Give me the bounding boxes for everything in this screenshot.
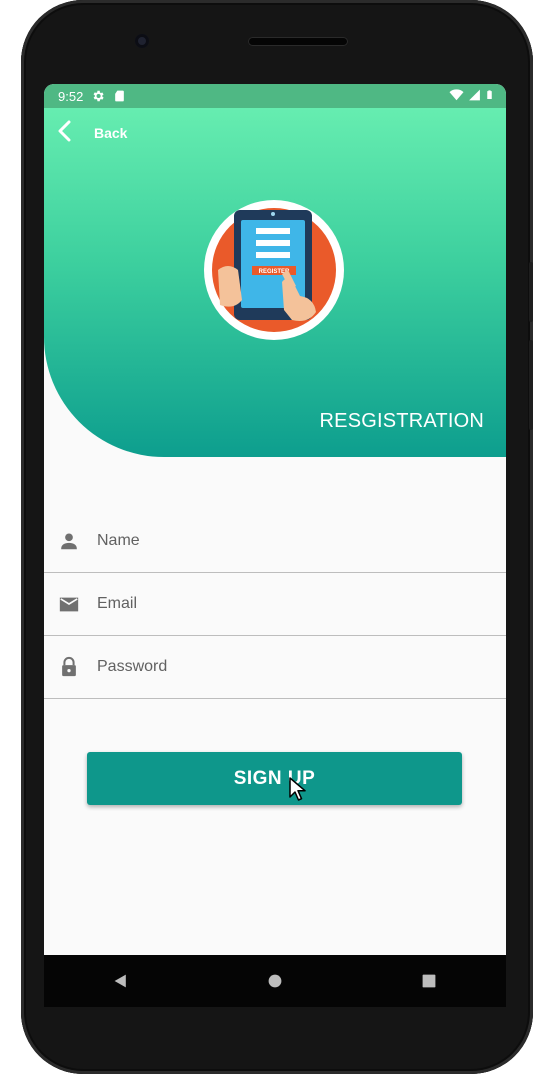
email-input[interactable] (95, 594, 479, 614)
wifi-icon (449, 88, 464, 105)
email-field[interactable] (44, 573, 506, 636)
registration-header: Back REGISTER RESGISTRATION (44, 108, 506, 457)
recents-square-icon[interactable] (419, 971, 439, 991)
back-triangle-icon[interactable] (111, 971, 131, 991)
password-input[interactable] (95, 657, 479, 677)
home-circle-icon[interactable] (265, 971, 285, 991)
lock-icon (58, 656, 80, 678)
name-field[interactable] (44, 510, 506, 573)
back-label: Back (94, 124, 128, 141)
mail-icon (58, 593, 80, 615)
chevron-left-icon (56, 120, 74, 145)
earpiece-speaker (248, 37, 348, 46)
mouse-cursor-icon (289, 777, 309, 803)
settings-icon (91, 89, 105, 103)
person-icon (58, 530, 80, 552)
power-button (529, 340, 533, 430)
signal-icon (468, 88, 481, 105)
volume-button (529, 262, 533, 322)
name-input[interactable] (95, 531, 479, 551)
front-camera (135, 34, 149, 48)
sd-card-icon (113, 89, 127, 103)
page-title: RESGISTRATION (319, 410, 484, 432)
sign-up-button[interactable]: SIGN UP (87, 752, 462, 805)
android-nav-bar (44, 955, 506, 1007)
status-bar: 9:52 (44, 84, 506, 108)
status-time: 9:52 (58, 88, 84, 104)
app-screen: 9:52 Back REGISTER RESGISTRATION Name Em… (44, 84, 506, 955)
battery-icon (485, 87, 494, 105)
register-logo: REGISTER (204, 200, 344, 340)
back-button[interactable]: Back (56, 120, 127, 145)
password-field[interactable] (44, 636, 506, 699)
